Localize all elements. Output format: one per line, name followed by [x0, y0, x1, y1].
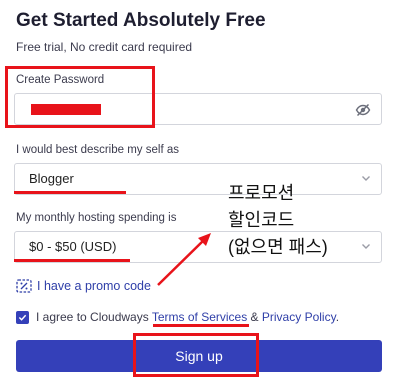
annotation-arrow [157, 233, 211, 286]
chevron-down-icon [362, 244, 370, 249]
annotation-line-1: 프로모션 [228, 183, 295, 203]
page-subtitle: Free trial, No credit card required [16, 40, 193, 54]
chevron-down-icon [362, 176, 370, 181]
terms-link[interactable]: Terms of Services [152, 310, 247, 324]
tag-icon [16, 279, 32, 293]
describe-underline [14, 191, 126, 194]
annotation-line-2: 할인코드 [228, 210, 295, 230]
signup-highlight-box [133, 333, 259, 377]
eye-slash-icon[interactable] [355, 102, 371, 118]
annotation-line-3: (없으면 패스) [228, 237, 328, 257]
spending-value: $0 - $50 (USD) [29, 239, 117, 254]
agreement-and: & [247, 310, 262, 324]
promo-label: I have a promo code [37, 279, 151, 293]
terms-underline [153, 324, 249, 327]
describe-value: Blogger [29, 171, 74, 186]
agreement-text: I agree to Cloudways Terms of Services &… [36, 310, 339, 324]
password-highlight-box [5, 66, 155, 128]
privacy-link[interactable]: Privacy Policy [262, 310, 336, 324]
spending-underline [14, 259, 130, 262]
annotation-text: 프로모션 할인코드 (없으면 패스) [228, 180, 328, 261]
page-title: Get Started Absolutely Free [16, 10, 266, 31]
spending-label: My monthly hosting spending is [16, 212, 177, 224]
agreement-prefix: I agree to Cloudways [36, 310, 152, 324]
check-icon [18, 314, 27, 321]
agreement-suffix: . [335, 310, 340, 324]
promo-link[interactable]: I have a promo code [16, 279, 151, 293]
describe-label: I would best describe my self as [16, 144, 179, 156]
agreement-row: I agree to Cloudways Terms of Services &… [16, 310, 339, 324]
agree-checkbox[interactable] [16, 310, 29, 324]
